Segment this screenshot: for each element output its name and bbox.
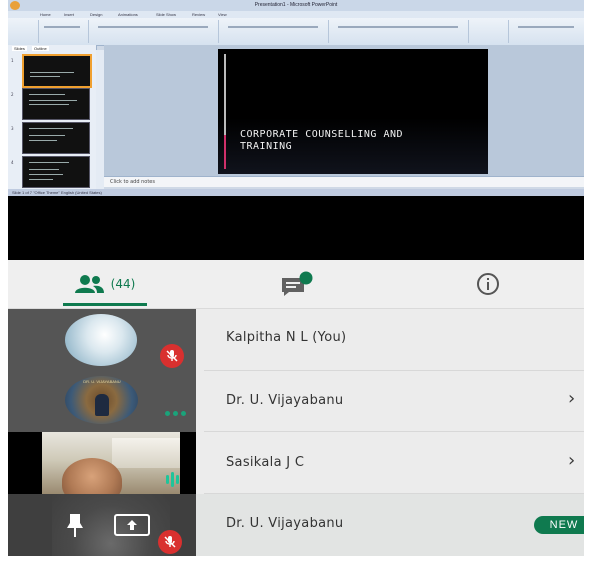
pane-tab-slides: Slides <box>12 46 27 51</box>
ribbon-group-clipboard <box>8 20 39 43</box>
thumb-line <box>29 162 69 163</box>
video-background <box>112 438 180 468</box>
powerpoint-window: Presentation1 - Microsoft PowerPoint Hom… <box>8 0 584 196</box>
level-bar <box>176 475 179 484</box>
people-icon <box>74 275 104 293</box>
ribbon-tab-home: Home <box>40 12 51 17</box>
thumb-number: 2 <box>11 92 14 97</box>
pin-icon <box>67 514 83 537</box>
more-options-icon[interactable] <box>165 411 186 416</box>
tab-chat[interactable]: 2 <box>200 260 531 538</box>
present-screen-button[interactable] <box>114 514 150 536</box>
pin-button[interactable] <box>64 512 86 538</box>
ribbon-control <box>338 26 458 28</box>
thumb-line <box>29 104 69 105</box>
dot <box>181 411 186 416</box>
ribbon-control <box>518 26 574 28</box>
avatar-caption: DR. U. VIJAYABANU <box>83 379 121 384</box>
participant-name: Sasikala J C <box>226 455 305 470</box>
slide-title: CORPORATE COUNSELLING AND TRAINING <box>240 129 480 153</box>
slide-title-line: CORPORATE COUNSELLING AND <box>240 129 404 140</box>
slide-thumbnail <box>22 88 90 120</box>
people-count: (44) <box>110 277 136 291</box>
dot <box>165 411 170 416</box>
mic-off-icon <box>166 350 178 362</box>
thumb-number: 3 <box>11 126 14 131</box>
ribbon-group-slides <box>38 20 89 43</box>
mic-off-badge <box>160 344 184 368</box>
thumb-line <box>29 128 73 129</box>
mic-off-icon <box>164 536 176 548</box>
level-bar <box>166 475 169 484</box>
avatar <box>65 314 137 366</box>
participant-name: Dr. U. Vijayabanu <box>226 516 344 531</box>
thumb-line <box>29 174 63 175</box>
chat-icon <box>282 271 313 296</box>
thumb-line <box>29 94 65 95</box>
tab-info[interactable] <box>392 260 584 308</box>
participant-video <box>42 432 180 494</box>
ribbon-group-font <box>88 20 219 43</box>
ribbon-tab-slideshow: Slide Show <box>156 12 177 17</box>
ribbon-control <box>98 26 208 28</box>
window-title: Presentation1 - Microsoft PowerPoint <box>8 0 584 11</box>
participant-name: Dr. U. Vijayabanu <box>226 393 344 408</box>
current-slide: CORPORATE COUNSELLING AND TRAINING <box>218 49 488 174</box>
info-icon <box>477 273 499 295</box>
ribbon-tab-insert: Insert <box>64 12 75 17</box>
notes-pane: Click to add notes <box>104 176 584 187</box>
ribbon-control <box>228 26 318 28</box>
chevron-right-icon[interactable]: › <box>568 450 575 471</box>
slide-thumbnail <box>22 122 90 154</box>
new-badge: NEW <box>534 516 584 534</box>
slide-title-line: TRAINING <box>240 141 293 152</box>
ribbon-control <box>44 26 80 28</box>
slide-accent-stripe <box>224 135 226 169</box>
thumb-line <box>29 135 65 136</box>
thumb-line <box>29 179 53 180</box>
dot <box>173 411 178 416</box>
ribbon-group-drawing <box>328 20 469 43</box>
row-divider <box>204 431 584 432</box>
ribbon-tab-animations: Animations <box>118 12 138 17</box>
avatar-figure <box>95 394 109 416</box>
ribbon-tab-view: View <box>218 12 227 17</box>
upload-arrow-icon <box>127 520 137 530</box>
ribbon-group-paragraph <box>218 20 329 43</box>
thumb-line <box>30 72 74 73</box>
thumb-line <box>29 169 59 170</box>
meeting-window: Presentation1 - Microsoft PowerPoint Hom… <box>8 0 584 556</box>
row-divider <box>204 493 584 494</box>
avatar: DR. U. VIJAYABANU <box>65 376 138 424</box>
slides-pane-scrollbar <box>96 50 104 190</box>
chevron-right-icon[interactable]: › <box>568 388 575 409</box>
slide-thumbnail <box>22 54 92 88</box>
thumb-line <box>29 140 57 141</box>
ribbon-tab-design: Design <box>90 12 103 17</box>
thumb-number: 4 <box>11 160 14 165</box>
thumb-number: 1 <box>11 58 14 63</box>
ribbon-group-arrange <box>468 20 509 43</box>
participant-name: Kalpitha N L (You) <box>226 330 347 345</box>
tab-people[interactable]: (44) <box>8 260 200 308</box>
thumb-line <box>29 100 77 101</box>
thumb-line <box>30 76 60 77</box>
row-divider <box>204 370 584 371</box>
slide-thumbnail <box>22 156 90 188</box>
tab-people-indicator <box>63 303 147 306</box>
status-bar: Slide 1 of 7 "Office Theme" English (Uni… <box>8 189 584 196</box>
ribbon-tab-review: Review <box>192 12 206 17</box>
shared-screen: Presentation1 - Microsoft PowerPoint Hom… <box>8 0 584 260</box>
pane-tab-outline: Outline <box>32 46 49 51</box>
ribbon-group-editing <box>508 20 584 43</box>
mic-off-badge <box>158 530 182 554</box>
level-bar <box>171 472 174 487</box>
office-button-icon <box>10 1 20 10</box>
speaking-indicator-icon <box>166 472 179 487</box>
